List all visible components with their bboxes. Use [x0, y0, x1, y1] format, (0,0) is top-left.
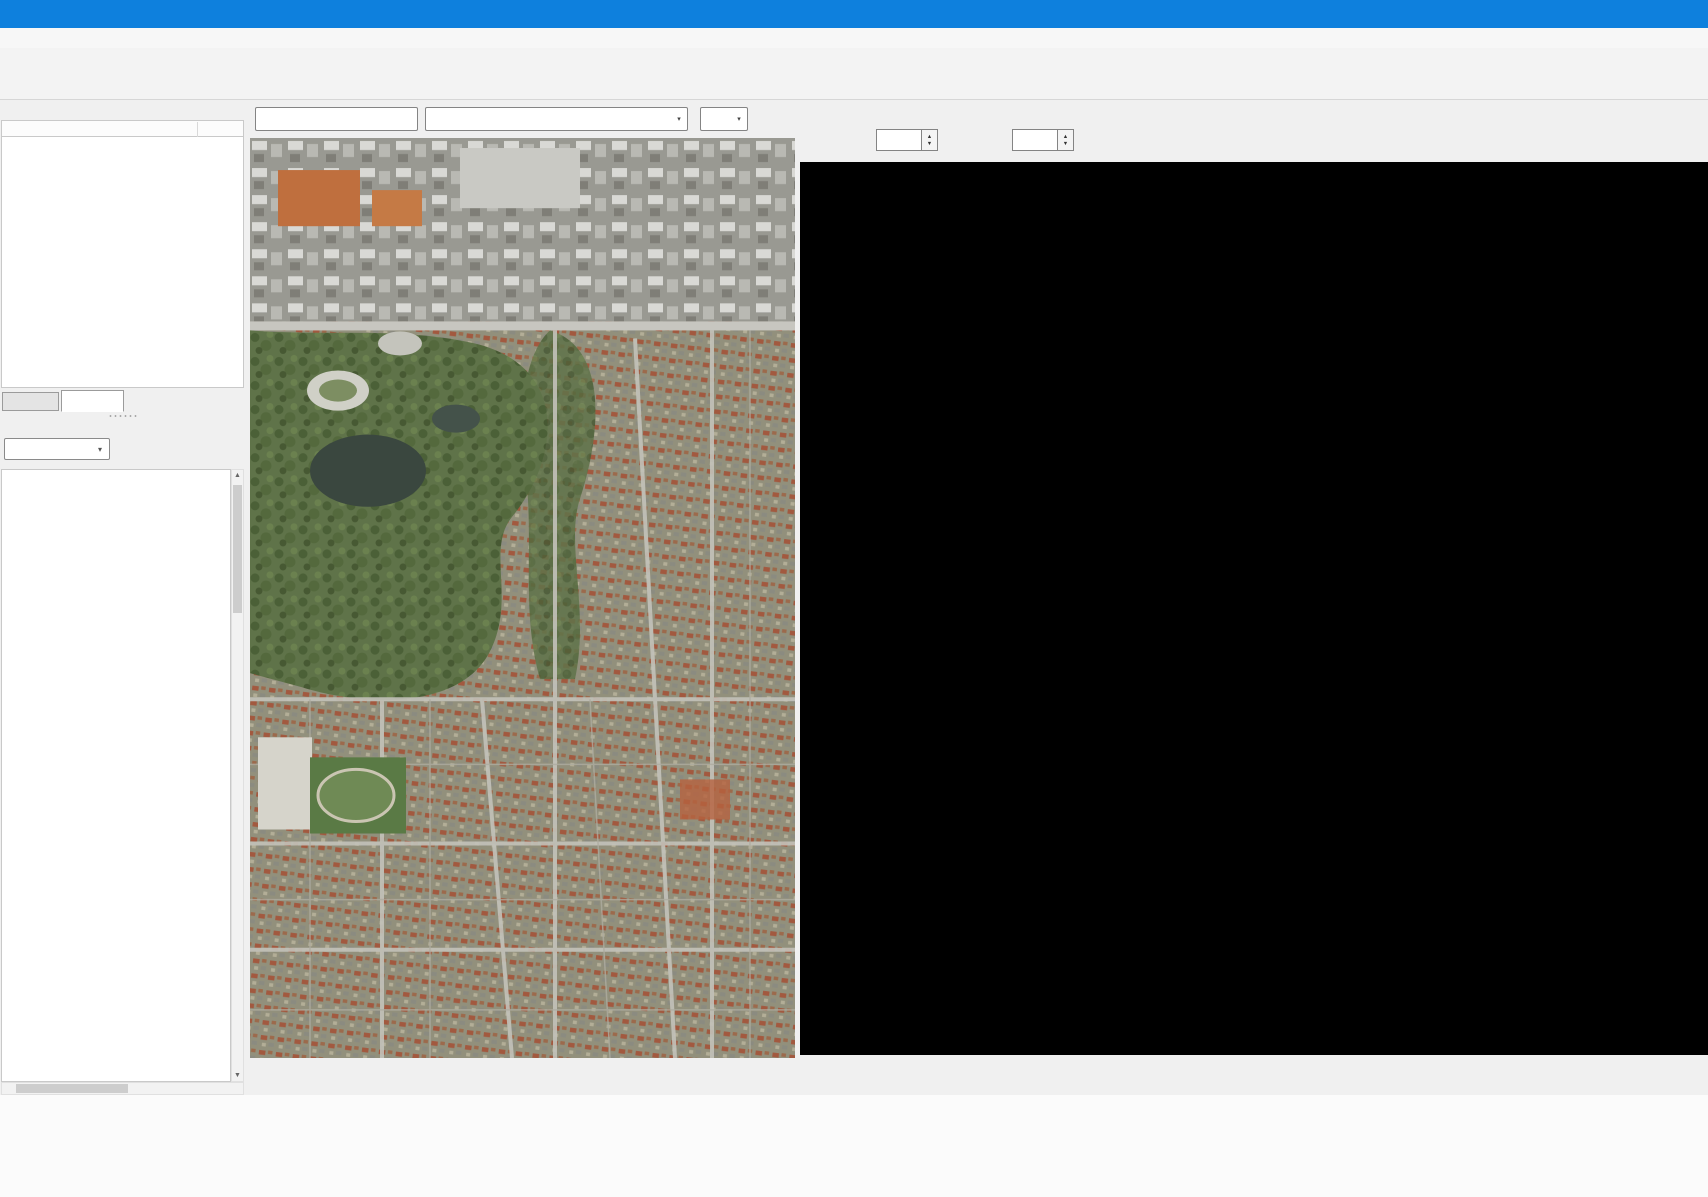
scrollbar-thumb[interactable]: [233, 485, 242, 613]
scroll-up-icon[interactable]: ▲: [232, 472, 243, 479]
perspective-center-dots: [250, 138, 795, 1058]
scroll-down-icon[interactable]: ▼: [232, 1072, 243, 1079]
image-index-canvas[interactable]: [800, 162, 1708, 1055]
image-scale-spinner[interactable]: ▲▼: [922, 129, 938, 151]
layers-panel-header: [0, 102, 245, 120]
tab-layers[interactable]: [61, 390, 124, 412]
menubar: [0, 28, 1708, 48]
panel-tabs: [0, 389, 245, 411]
strip-scale-spinner[interactable]: ▲▼: [1058, 129, 1074, 151]
tab-filters[interactable]: [2, 392, 59, 411]
window-footer: [0, 1095, 1708, 1197]
layers-column-header: [1, 120, 244, 137]
map-canvas[interactable]: [250, 138, 795, 1058]
tree-vertical-scrollbar[interactable]: ▲ ▼: [231, 469, 244, 1082]
refresh-button[interactable]: [758, 108, 782, 132]
toolbar: [0, 48, 1708, 100]
spin-down-icon[interactable]: ▼: [927, 141, 932, 147]
ortho-preset-combo[interactable]: [255, 107, 418, 131]
chevron-down-icon: ▾: [671, 108, 687, 130]
scrollbar-thumb[interactable]: [16, 1084, 128, 1093]
tree-horizontal-scrollbar[interactable]: [1, 1082, 244, 1095]
chevron-down-icon: ▾: [731, 108, 747, 130]
spin-up-icon[interactable]: ▲: [927, 134, 932, 140]
data-sources-panel-header: [0, 418, 245, 436]
strip-scale-input[interactable]: [1012, 129, 1058, 151]
spin-up-icon[interactable]: ▲: [1063, 134, 1068, 140]
image-scale-input[interactable]: [876, 129, 922, 151]
scope-combo[interactable]: ▾: [700, 107, 748, 131]
image-index-panel: ▲▼ ▲▼: [800, 100, 1708, 1197]
chevron-down-icon: ▾: [98, 445, 102, 454]
spin-down-icon[interactable]: ▼: [1063, 141, 1068, 147]
filter-combo[interactable]: ▾: [425, 107, 688, 131]
map-panel: ▾ ▾: [250, 100, 795, 1197]
strips-mode-selector[interactable]: ▾: [4, 438, 110, 460]
flightline-icon: [10, 443, 23, 456]
layers-list: [1, 137, 244, 388]
titlebar: [0, 0, 1708, 28]
data-sources-tree: [1, 469, 231, 1082]
left-panel: ▾ ▲ ▼: [0, 100, 245, 1197]
